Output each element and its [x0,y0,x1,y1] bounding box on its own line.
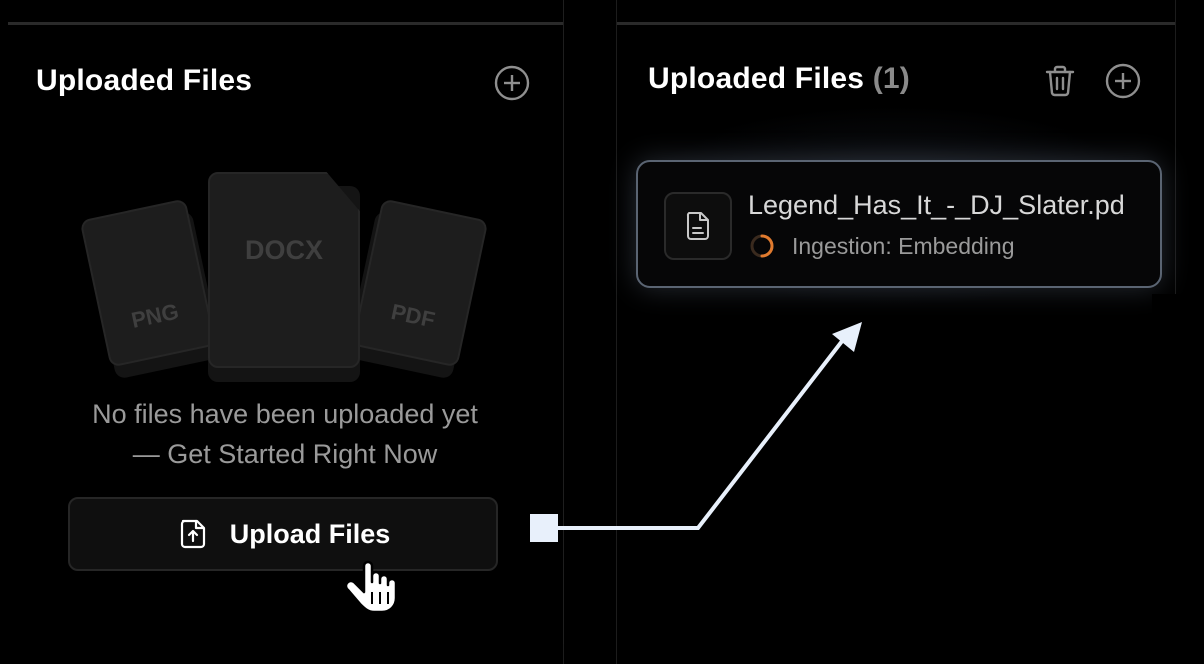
upload-files-label: Upload Files [229,518,391,549]
add-file-button[interactable] [493,64,531,102]
file-card[interactable]: Legend_Has_It_-_DJ_Slater.pd Ingestion: … [636,160,1162,288]
empty-state-message: No files have been uploaded yet — Get St… [30,394,540,474]
top-divider [8,22,563,25]
file-name: Legend_Has_It_-_DJ_Slater.pd [748,190,1125,220]
document-icon [686,212,709,240]
loading-spinner-icon [750,234,774,258]
file-count: (1) [872,62,910,95]
top-divider [617,22,1175,25]
upload-files-button[interactable]: Upload Files [68,497,498,571]
delete-files-button[interactable] [1041,62,1079,100]
left-panel-title: Uploaded Files [36,64,253,97]
right-panel-title: Uploaded Files (1) [648,62,910,95]
edge-mask [1152,294,1204,664]
docx-doc-illustration: DOCX [208,172,360,368]
hand-cursor-icon [344,560,398,614]
empty-state-line-1: No files have been uploaded yet [92,399,478,429]
plus-circle-icon [494,65,530,101]
file-icon-box [664,192,732,260]
empty-state-line-2: — Get Started Right Now [132,439,438,469]
png-doc-illustration: PNG [79,198,217,368]
file-upload-icon [180,519,205,549]
right-panel [616,0,1176,664]
file-status-text: Ingestion: Embedding [792,232,1015,259]
plus-circle-icon [1105,63,1141,99]
column-divider [563,0,564,644]
empty-state-illustration: PNG PDF DOCX [74,168,494,382]
trash-icon [1045,65,1075,97]
pdf-doc-illustration: PDF [351,198,489,368]
add-file-button[interactable] [1104,62,1142,100]
file-status: Ingestion: Embedding [748,232,1015,260]
